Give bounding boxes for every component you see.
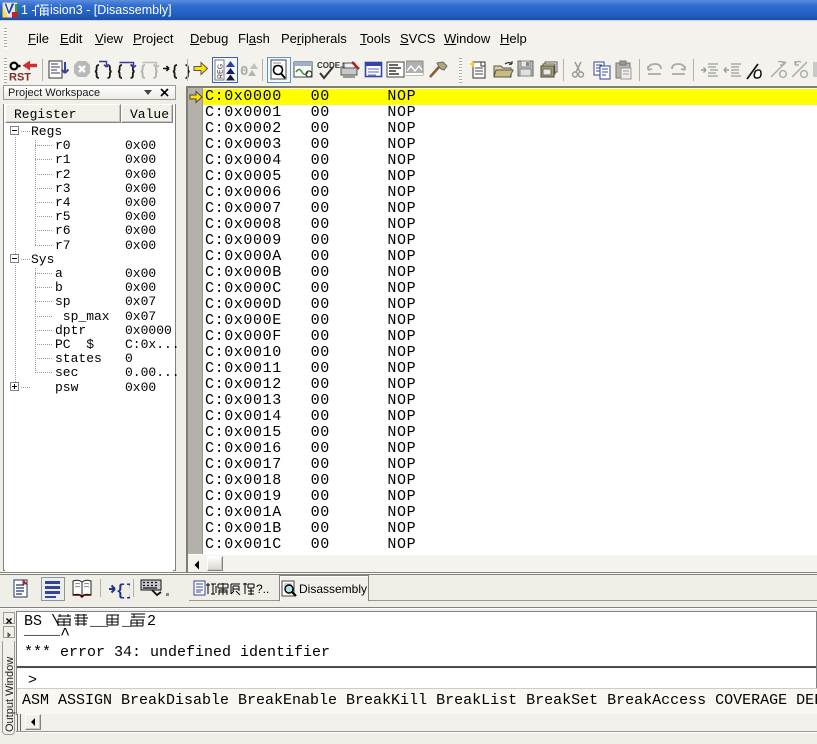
svg-text:RST: RST xyxy=(9,72,31,83)
svg-text:REG: REG xyxy=(218,64,225,79)
svg-text:CODE: CODE xyxy=(317,61,340,70)
svg-text:0: 0 xyxy=(240,64,248,80)
svg-text:{}: {} xyxy=(116,582,130,600)
svg-text:1: 1 xyxy=(342,63,346,70)
